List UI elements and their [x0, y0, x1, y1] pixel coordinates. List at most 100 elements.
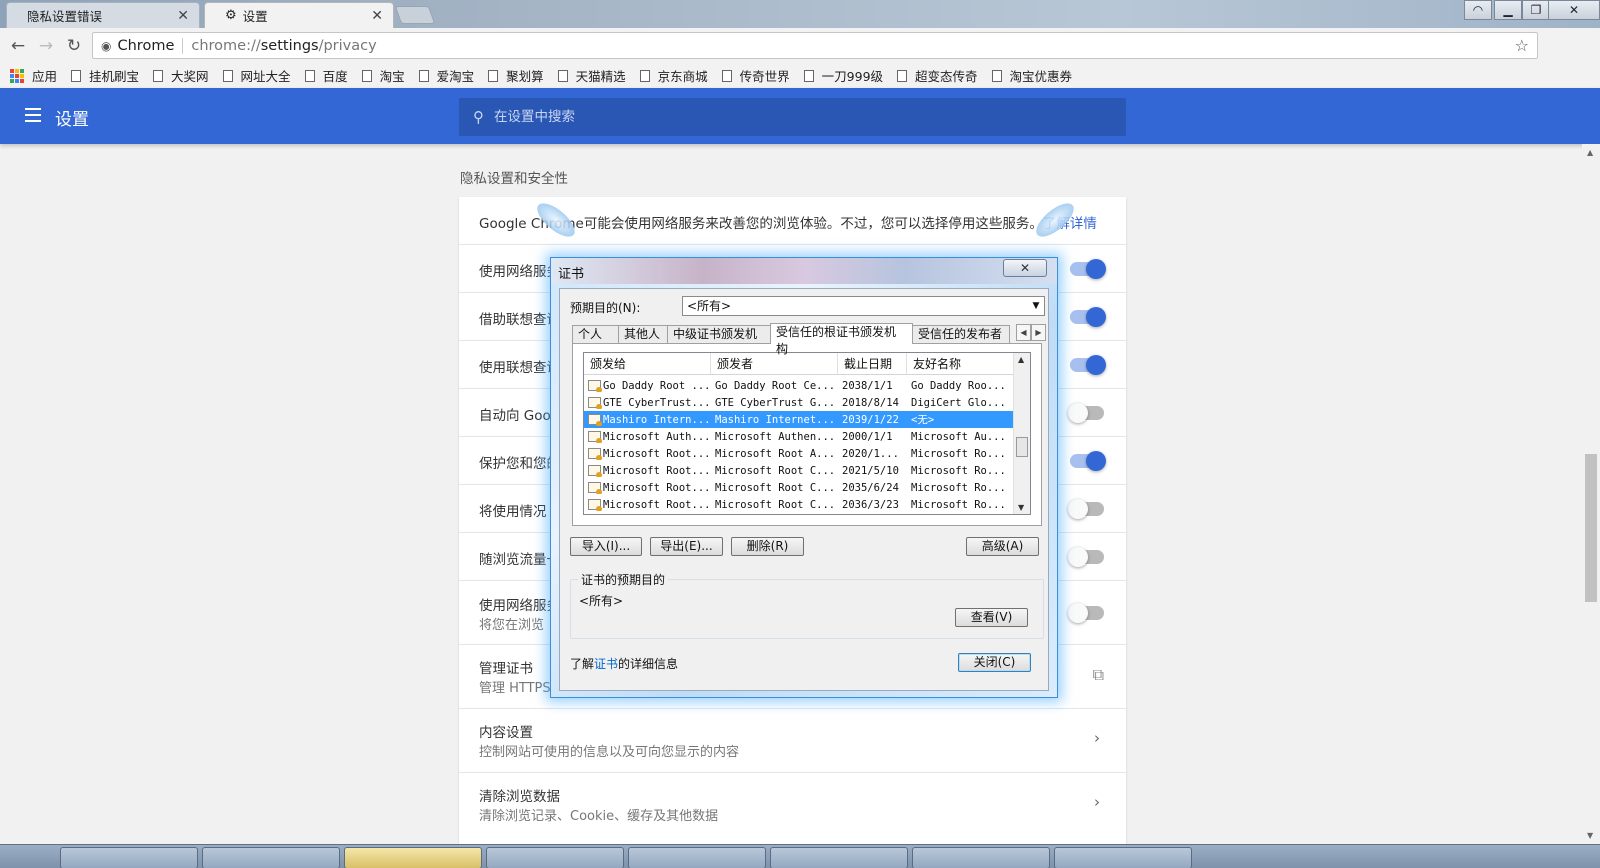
table-row[interactable]: Mashiro Intern... Mashiro Internet... 2039… — [584, 411, 1014, 428]
scroll-thumb[interactable] — [1585, 454, 1597, 602]
table-row[interactable]: GTE CyberTrust... GTE CyberTrust G... 2018… — [584, 394, 1014, 411]
content-settings-row[interactable]: 内容设置 控制网站可使用的信息以及可向您显示的内容 › — [459, 709, 1126, 773]
user-icon[interactable]: ◠ — [1464, 0, 1492, 20]
tab-trusted-root-ca[interactable]: 受信任的根证书颁发机构 — [770, 323, 913, 356]
close-tab-icon[interactable]: ✕ — [177, 8, 189, 24]
bookmark-item[interactable]: 超变态传奇 — [897, 66, 978, 85]
toggle-switch[interactable] — [1070, 307, 1106, 327]
close-button[interactable]: 关闭(C) — [958, 653, 1031, 672]
bookmark-star-icon[interactable]: ☆ — [1515, 36, 1529, 55]
certificates-link[interactable]: 证书 — [594, 657, 618, 671]
column-header-friendly-name[interactable]: 友好名称 — [907, 353, 1014, 374]
external-link-icon[interactable]: ⧉ — [1093, 665, 1104, 685]
table-row[interactable]: Microsoft Root... Microsoft Root A... 2020… — [584, 445, 1014, 462]
reload-icon[interactable]: ↻ — [60, 36, 88, 56]
toggle-switch[interactable] — [1070, 355, 1106, 375]
dialog-titlebar[interactable]: 证书 ✕ — [551, 258, 1057, 284]
bookmark-item[interactable]: 天猫精选 — [557, 66, 626, 85]
tab-other-people[interactable]: 其他人 — [618, 325, 668, 343]
taskbar-item[interactable] — [628, 847, 766, 868]
setting-sublabel: 将您在浏览 — [479, 618, 545, 633]
dropdown-arrow-icon[interactable]: ▼ — [1028, 297, 1044, 315]
chevron-right-icon[interactable]: › — [1094, 729, 1100, 747]
tab-personal[interactable]: 个人 — [572, 325, 619, 343]
scroll-down-icon[interactable]: ▼ — [1587, 831, 1593, 840]
bookmark-item[interactable]: 挂机刷宝 — [71, 66, 139, 85]
chevron-right-icon[interactable]: › — [1094, 793, 1100, 811]
taskbar-item[interactable] — [1054, 847, 1192, 868]
setting-label: 将使用情况 — [479, 504, 547, 520]
bookmark-item[interactable]: 大奖网 — [153, 66, 209, 85]
bookmark-item[interactable]: 京东商城 — [639, 66, 708, 85]
bookmark-item[interactable]: 聚划算 — [488, 66, 544, 85]
page-scrollbar[interactable]: ▲ ▼ — [1582, 144, 1600, 844]
scroll-down-icon[interactable]: ▼ — [1018, 503, 1024, 512]
bookmark-label: 网址大全 — [240, 69, 291, 84]
scroll-up-icon[interactable]: ▲ — [1018, 355, 1024, 364]
table-row[interactable]: Microsoft Root... Microsoft Root C... 2035… — [584, 479, 1014, 496]
tab-settings[interactable]: ⚙ 设置 ✕ — [204, 2, 394, 28]
bookmark-item[interactable]: 网址大全 — [222, 66, 291, 85]
bookmark-item[interactable]: 传奇世界 — [721, 66, 790, 85]
bookmark-item[interactable]: 爱淘宝 — [418, 66, 474, 85]
bookmark-item[interactable]: 淘宝 — [361, 66, 405, 85]
table-row[interactable]: Microsoft Root... Microsoft Root C... 2021… — [584, 462, 1014, 479]
omnibox[interactable]: ◉ Chrome chrome://settings/privacy ☆ — [92, 32, 1538, 59]
view-button[interactable]: 查看(V) — [955, 608, 1028, 627]
chrome-page-icon[interactable]: ◉ — [101, 39, 111, 53]
toggle-switch[interactable] — [1068, 499, 1104, 519]
forward-arrow-icon[interactable]: → — [32, 36, 60, 56]
settings-search[interactable]: ⚲ — [459, 98, 1126, 136]
toggle-switch[interactable] — [1068, 547, 1104, 567]
dialog-close-button[interactable]: ✕ — [1003, 259, 1047, 277]
tab-intermediate-ca[interactable]: 中级证书颁发机构 — [667, 325, 771, 358]
bookmark-item[interactable]: 淘宝优惠券 — [991, 66, 1072, 85]
scroll-thumb[interactable] — [1016, 437, 1028, 457]
taskbar-item[interactable] — [770, 847, 908, 868]
toggle-switch[interactable] — [1070, 259, 1106, 279]
certificate-list[interactable]: 颁发给 颁发者 截止日期 友好名称 Go Daddy Root ... Go Da… — [583, 352, 1031, 515]
tab-trusted-publishers[interactable]: 受信任的发布者 — [912, 325, 1010, 343]
column-header-issued-to[interactable]: 颁发给 — [584, 353, 711, 374]
export-button[interactable]: 导出(E)... — [650, 537, 723, 556]
table-row[interactable]: Microsoft Root... Microsoft Root C... 2036… — [584, 496, 1014, 513]
toggle-switch[interactable] — [1068, 403, 1104, 423]
search-input[interactable] — [494, 109, 1094, 125]
table-row[interactable]: Microsoft Auth... Microsoft Authen... 2000… — [584, 428, 1014, 445]
table-row[interactable]: Go Daddy Root ... Go Daddy Root Ce... 2038… — [584, 377, 1014, 394]
tab-scroll-left-icon[interactable]: ◀ — [1016, 324, 1031, 341]
cell-issued-to: Microsoft Root... — [584, 499, 711, 511]
taskbar-item[interactable] — [912, 847, 1050, 868]
close-tab-icon[interactable]: ✕ — [371, 8, 383, 24]
column-header-issuer[interactable]: 颁发者 — [711, 353, 838, 374]
taskbar-item[interactable] — [486, 847, 624, 868]
column-header-expiration[interactable]: 截止日期 — [838, 353, 907, 374]
maximize-button[interactable]: ❐ — [1522, 0, 1550, 20]
tab-scroll-right-icon[interactable]: ▶ — [1031, 324, 1046, 341]
list-scrollbar[interactable]: ▲ ▼ — [1013, 353, 1030, 514]
toggle-switch[interactable] — [1070, 451, 1106, 471]
bookmark-apps[interactable]: 应用 — [10, 66, 57, 85]
scroll-up-icon[interactable]: ▲ — [1587, 148, 1593, 157]
toggle-knob — [1086, 307, 1106, 327]
taskbar-item[interactable] — [202, 847, 340, 868]
purpose-select[interactable]: <所有> ▼ — [682, 296, 1045, 316]
hamburger-menu-icon[interactable] — [25, 108, 41, 126]
close-window-button[interactable]: ✕ — [1548, 0, 1600, 20]
taskbar-item[interactable] — [344, 847, 482, 868]
clear-browsing-data-row[interactable]: 清除浏览数据 清除浏览记录、Cookie、缓存及其他数据 › — [459, 773, 1126, 837]
new-tab-button[interactable] — [394, 6, 436, 24]
toggle-switch[interactable] — [1068, 603, 1104, 623]
tab-privacy-error[interactable]: 隐私设置错误 ✕ — [6, 2, 200, 28]
back-arrow-icon[interactable]: ← — [4, 36, 32, 56]
taskbar-item[interactable] — [60, 847, 198, 868]
remove-button[interactable]: 删除(R) — [731, 537, 804, 556]
bookmark-item[interactable]: 一刀999级 — [803, 66, 883, 85]
certificate-icon — [588, 397, 602, 409]
bookmark-item[interactable]: 百度 — [304, 66, 348, 85]
cell-friendly-name: Microsoft Ro... — [911, 447, 1006, 460]
import-button[interactable]: 导入(I)... — [570, 537, 642, 556]
cell-text: Microsoft Root... — [603, 447, 711, 460]
minimize-button[interactable]: ▁ — [1494, 0, 1522, 20]
advanced-button[interactable]: 高级(A) — [966, 537, 1039, 556]
